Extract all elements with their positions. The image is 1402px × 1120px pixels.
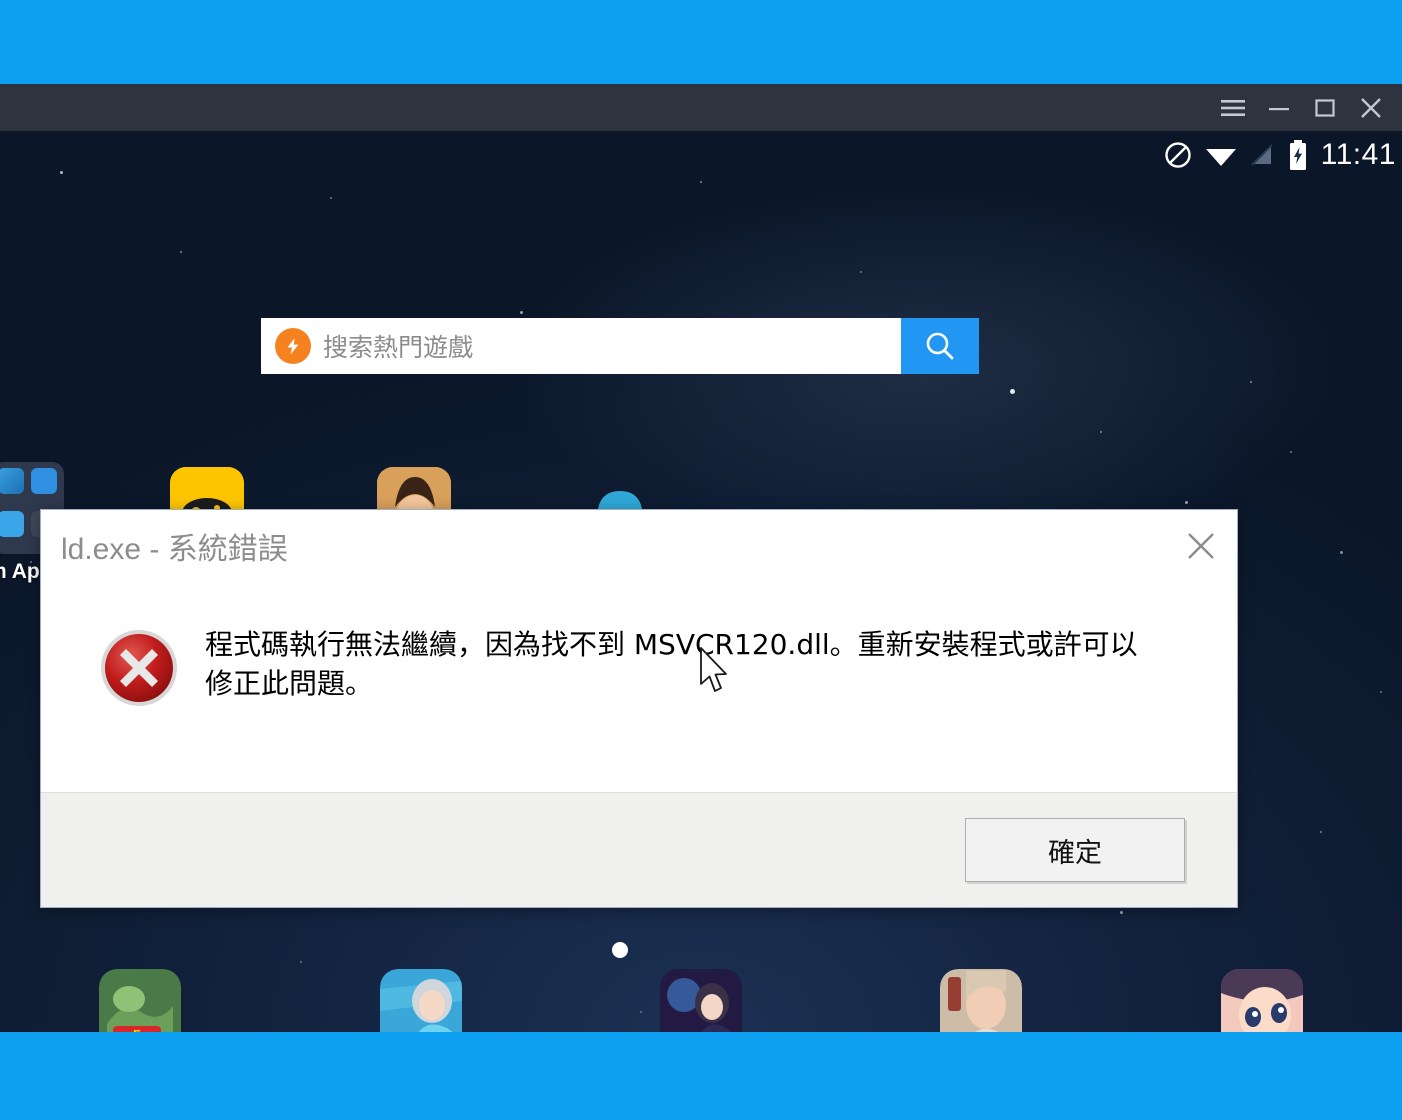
download-icon [0,510,24,537]
ok-button[interactable]: 確定 [965,818,1185,882]
dock-item-1[interactable]: Free Read Novel On [280,969,560,1032]
free-read-novel-on-icon [379,969,462,1032]
close-icon [1188,533,1214,559]
search-button[interactable] [901,318,979,374]
system-error-dialog: ld.exe - 系統錯誤 程式碼執行無法繼續，因為找不到 MSVCR120.d… [40,509,1238,908]
close-icon [1361,97,1381,118]
cellular-signal-off-icon [1249,142,1275,168]
error-circle-x-icon [99,628,179,713]
do-not-disturb-icon [1163,140,1193,170]
dialog-close-button[interactable] [1165,511,1237,581]
screen: 11:41 搜索熱門遊戲 Ap ld.exe - 系統錯誤 程式碼執行無法繼續，… [0,0,1402,1120]
search-icon [926,332,954,360]
emulator-window: 11:41 搜索熱門遊戲 Ap ld.exe - 系統錯誤 程式碼執行無法繼續，… [0,84,1402,1032]
app-dock: 5 吞食天地5 召喚樂園 Free Read Novel On [0,969,1402,1032]
minimize-icon [1269,107,1289,110]
dialog-title: ld.exe - 系統錯誤 [61,533,288,566]
daxiake-icon [940,969,1023,1032]
maximize-button[interactable] [1302,84,1348,131]
status-bar-clock: 11:41 [1320,138,1396,171]
search-placeholder-text: 搜索熱門遊戲 [323,334,474,362]
wifi-icon [1205,142,1237,168]
dialog-titlebar: ld.exe - 系統錯誤 [41,510,1237,582]
error-message-text: 程式碼執行無法繼續，因為找不到 MSVCR120.dll。重新安裝程式或許可以修… [205,628,1138,700]
close-button[interactable] [1348,84,1394,131]
dock-item-3[interactable]: 大俠客 [841,969,1121,1032]
free-novel-world-icon [1220,969,1303,1032]
system-app-folder-label: m Ap [0,560,40,583]
page-indicator-dot[interactable] [612,942,628,958]
dialog-footer: 確定 [41,792,1237,907]
lightning-bolt-logo [275,328,311,364]
folder-icon [30,468,57,494]
menu-button[interactable] [1210,84,1256,131]
emulator-titlebar [0,84,1402,131]
hamburger-icon [1221,99,1245,116]
maximize-icon [1315,98,1335,117]
fantasy-domain-2-icon [660,969,743,1032]
svg-text:5: 5 [133,1027,141,1032]
battery-charging-icon [1287,139,1309,171]
dock-item-2[interactable]: 幻想神域2 [561,969,841,1032]
search-input[interactable]: 搜索熱門遊戲 [261,318,901,374]
tunshi-tiandi-5-icon: 5 [99,969,182,1032]
dialog-body: 程式碼執行無法繼續，因為找不到 MSVCR120.dll。重新安裝程式或許可以修… [41,582,1237,792]
minimize-button[interactable] [1256,84,1302,131]
android-status-bar: 11:41 [0,131,1402,179]
globe-icon [0,468,24,494]
search-bar[interactable]: 搜索熱門遊戲 [261,318,979,374]
dock-item-4[interactable]: Free Novel World [1122,969,1402,1032]
dock-item-0[interactable]: 5 吞食天地5 召喚樂園 [0,969,280,1032]
